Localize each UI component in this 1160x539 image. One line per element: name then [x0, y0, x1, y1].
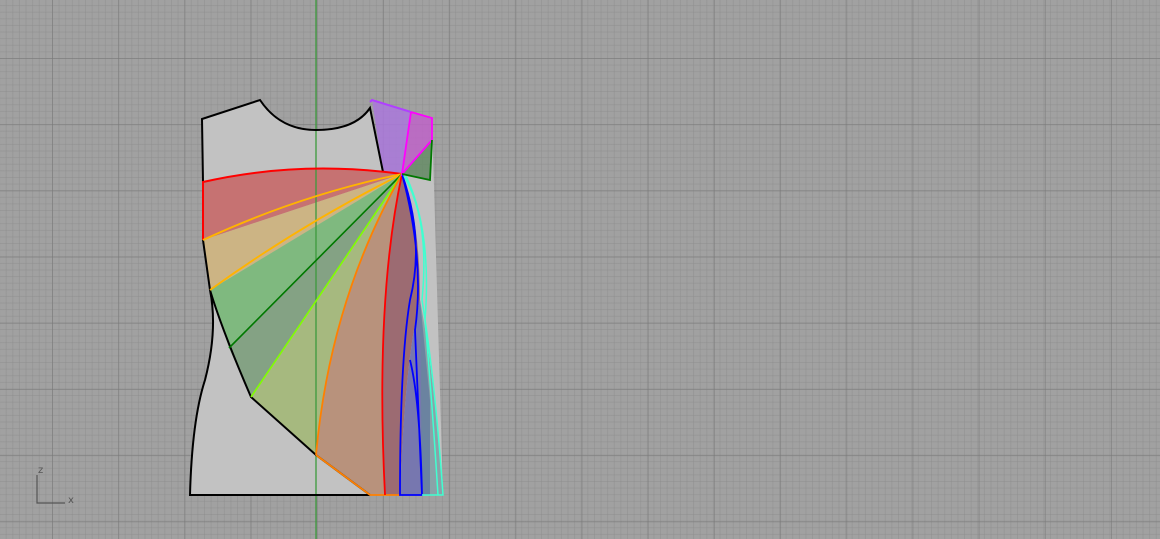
- rhino-front-viewport[interactable]: z x: [0, 0, 1160, 539]
- garment-pattern-drawing: [36, 0, 444, 539]
- axis-indicator-icon: [36, 475, 65, 504]
- z-axis-label: z: [38, 465, 44, 476]
- x-axis-label: x: [68, 495, 74, 506]
